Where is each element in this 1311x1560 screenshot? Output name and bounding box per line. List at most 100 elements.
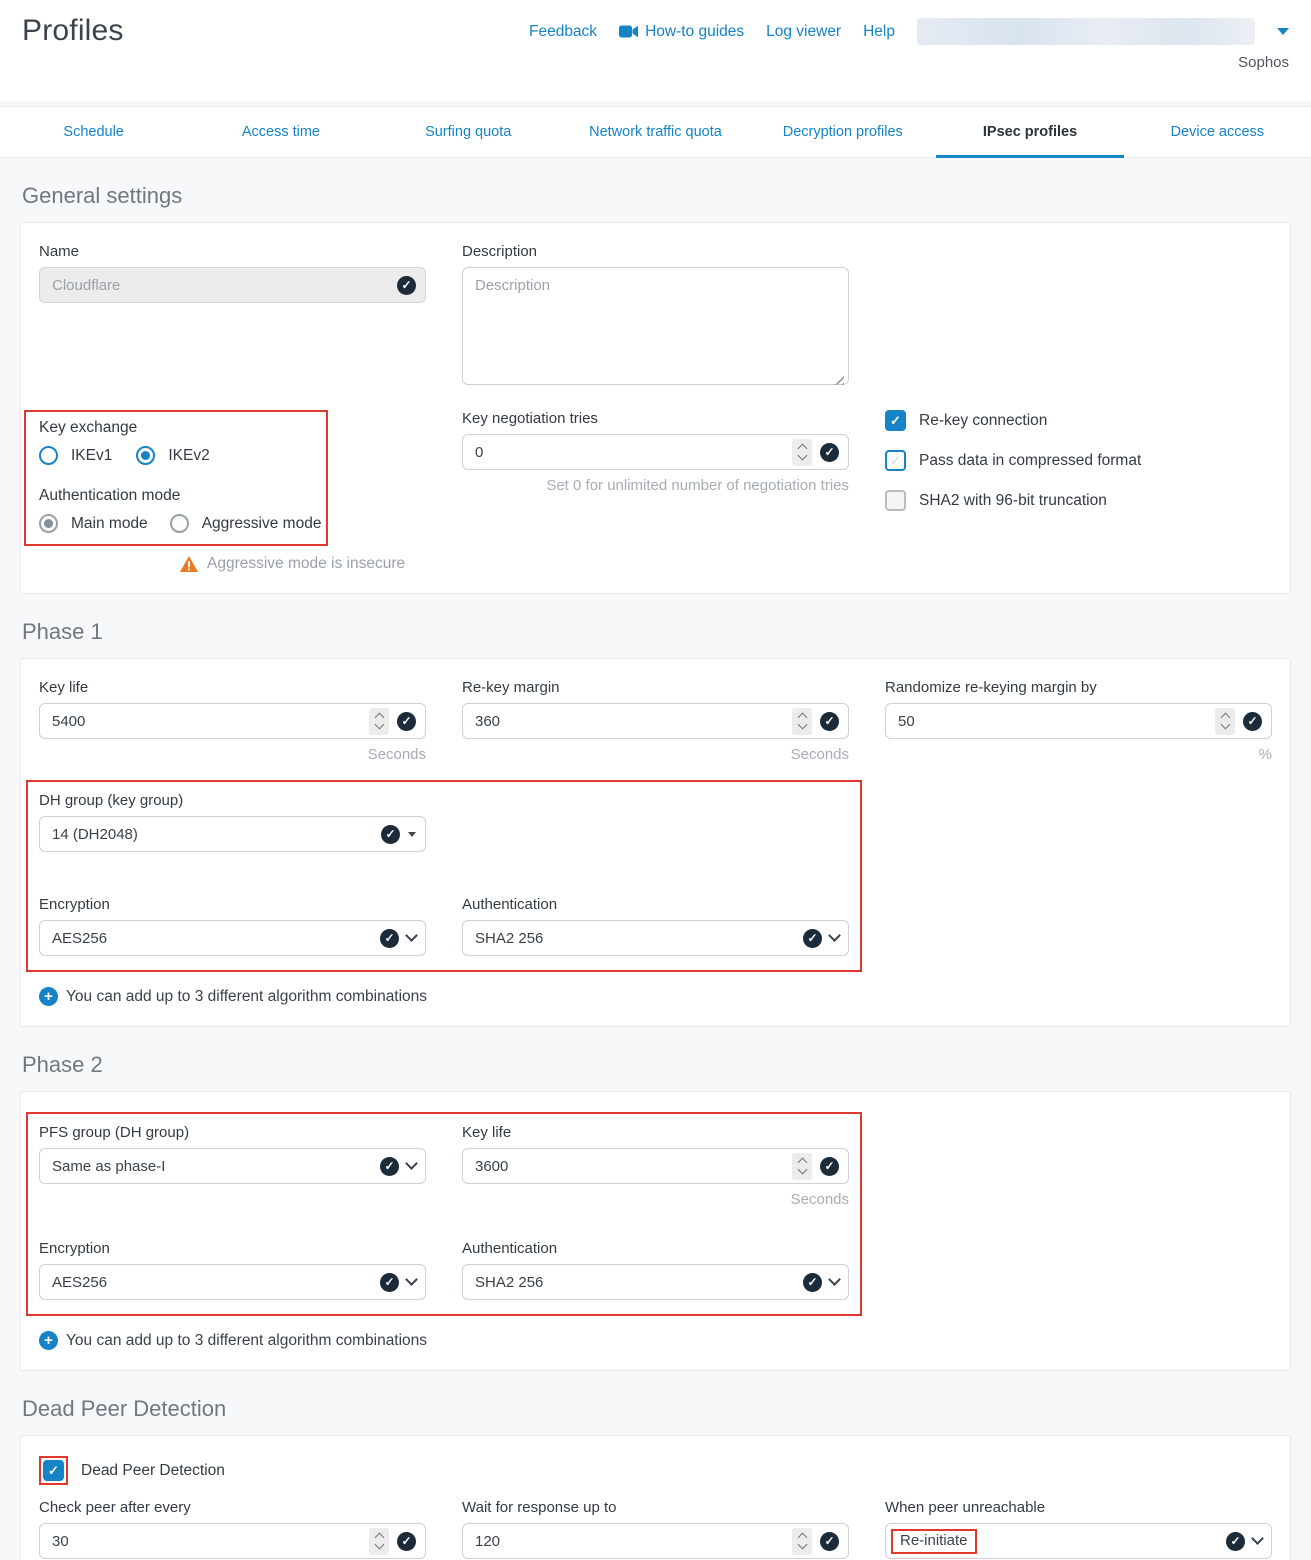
p1-randomize-input[interactable]: [885, 703, 1272, 739]
section-heading-general-settings: General settings: [22, 183, 1289, 209]
p1-randomize-value[interactable]: [898, 713, 1215, 730]
warning-triangle-icon: [180, 556, 198, 572]
number-stepper-icon[interactable]: [792, 1153, 812, 1180]
p1-key-life-group: Key life Seconds: [39, 679, 426, 763]
radio-aggressive-mode-label: Aggressive mode: [202, 515, 322, 533]
p1-dh-group-field: DH group (key group) 14 (DH2048): [39, 792, 426, 852]
p2-authentication-select[interactable]: SHA2 256: [462, 1264, 849, 1300]
compressed-format-checkbox[interactable]: [885, 450, 906, 471]
number-stepper-icon[interactable]: [792, 1528, 812, 1555]
negotiation-value[interactable]: [475, 444, 792, 461]
name-input: Cloudflare: [39, 267, 426, 303]
dpd-when-unreachable-select[interactable]: Re-initiate: [885, 1523, 1272, 1559]
reinitiate-highlight-box: Re-initiate: [891, 1529, 977, 1554]
caret-down-icon[interactable]: [1277, 28, 1289, 35]
radio-ikev1[interactable]: [39, 446, 58, 465]
sha2-truncation-label: SHA2 with 96-bit truncation: [919, 492, 1107, 510]
p2-key-life-unit: Seconds: [462, 1191, 849, 1208]
tab-surfing-quota[interactable]: Surfing quota: [375, 107, 562, 157]
negotiation-field-group: Key negotiation tries Set 0 for unlimite…: [462, 410, 849, 573]
chevron-down-icon: [828, 929, 841, 942]
chevron-down-icon: [1251, 1532, 1264, 1545]
p1-key-life-input[interactable]: [39, 703, 426, 739]
feedback-link-label: Feedback: [529, 23, 597, 41]
description-field-group: Description: [462, 243, 849, 390]
p1-dh-group-select[interactable]: 14 (DH2048): [39, 816, 426, 852]
help-label: Help: [863, 23, 895, 41]
rekey-connection-label: Re-key connection: [919, 412, 1047, 430]
sha2-truncation-option: SHA2 with 96-bit truncation: [885, 490, 1272, 511]
number-stepper-icon[interactable]: [792, 439, 812, 466]
radio-main-mode: [39, 514, 58, 533]
p1-key-life-label: Key life: [39, 679, 426, 696]
p2-key-life-value[interactable]: [475, 1158, 792, 1175]
dpd-check-peer-input[interactable]: [39, 1523, 426, 1559]
p2-pfs-group-label: PFS group (DH group): [39, 1124, 426, 1141]
p1-randomize-group: Randomize re-keying margin by %: [885, 679, 1272, 763]
tab-decryption-profiles[interactable]: Decryption profiles: [749, 107, 936, 157]
p1-rekey-margin-group: Re-key margin Seconds: [462, 679, 849, 763]
tab-schedule[interactable]: Schedule: [0, 107, 187, 157]
p1-rekey-margin-input[interactable]: [462, 703, 849, 739]
check-circle-icon: [803, 929, 822, 948]
number-stepper-icon[interactable]: [1215, 708, 1235, 735]
section-heading-dpd: Dead Peer Detection: [22, 1396, 1289, 1422]
check-circle-icon: [397, 276, 416, 295]
number-stepper-icon[interactable]: [369, 1528, 389, 1555]
p1-encryption-select[interactable]: AES256: [39, 920, 426, 956]
help-link[interactable]: Help: [863, 23, 895, 41]
name-field-group: Name Cloudflare: [39, 243, 426, 390]
p2-encryption-select[interactable]: AES256: [39, 1264, 426, 1300]
active-tab-underline: [936, 155, 1123, 158]
p1-dh-group-label: DH group (key group): [39, 792, 426, 809]
dpd-checkbox-highlight-box: [39, 1456, 68, 1485]
dpd-check-peer-group: Check peer after every Seconds: [39, 1499, 426, 1560]
general-settings-card: Name Cloudflare Description: [20, 222, 1291, 594]
p2-key-life-input[interactable]: [462, 1148, 849, 1184]
description-textarea[interactable]: [462, 267, 849, 385]
howto-guides-link[interactable]: How-to guides: [619, 23, 744, 41]
tab-label: Access time: [242, 124, 320, 140]
description-label: Description: [462, 243, 849, 260]
radio-main-mode-label: Main mode: [71, 515, 148, 533]
phase1-algorithms-highlight-box: DH group (key group) 14 (DH2048) Encrypt…: [26, 780, 862, 972]
phase1-card: Key life Seconds Re-key margin Seconds: [20, 658, 1291, 1027]
radio-aggressive-mode: [170, 514, 189, 533]
tab-access-time[interactable]: Access time: [187, 107, 374, 157]
dpd-wait-response-value[interactable]: [475, 1533, 792, 1550]
dpd-check-peer-value[interactable]: [52, 1533, 369, 1550]
negotiation-input[interactable]: [462, 434, 849, 470]
dpd-wait-response-group: Wait for response up to Seconds: [462, 1499, 849, 1560]
radio-ikev2[interactable]: [136, 446, 155, 465]
check-circle-icon: [820, 443, 839, 462]
log-viewer-link[interactable]: Log viewer: [766, 23, 841, 41]
number-stepper-icon[interactable]: [792, 708, 812, 735]
p1-key-life-value[interactable]: [52, 713, 369, 730]
video-camera-icon: [619, 25, 638, 38]
p1-rekey-margin-label: Re-key margin: [462, 679, 849, 696]
tab-device-access[interactable]: Device access: [1124, 107, 1311, 157]
plus-circle-icon[interactable]: [39, 987, 58, 1006]
howto-guides-label: How-to guides: [645, 23, 744, 41]
tab-network-traffic-quota[interactable]: Network traffic quota: [562, 107, 749, 157]
tab-ipsec-profiles[interactable]: IPsec profiles: [936, 107, 1123, 157]
tab-label: Decryption profiles: [783, 124, 903, 140]
chevron-down-icon: [405, 1273, 418, 1286]
dpd-when-unreachable-group: When peer unreachable Re-initiate: [885, 1499, 1272, 1560]
name-value: Cloudflare: [52, 277, 120, 294]
compressed-format-label: Pass data in compressed format: [919, 452, 1141, 470]
p2-pfs-group-select[interactable]: Same as phase-I: [39, 1148, 426, 1184]
radio-ikev2-label: IKEv2: [168, 447, 209, 465]
number-stepper-icon[interactable]: [369, 708, 389, 735]
dpd-checkbox[interactable]: [43, 1460, 64, 1481]
plus-circle-icon[interactable]: [39, 1331, 58, 1350]
dpd-wait-response-input[interactable]: [462, 1523, 849, 1559]
feedback-link[interactable]: Feedback: [529, 23, 597, 41]
p1-encryption-field: Encryption AES256: [39, 896, 426, 956]
p1-rekey-margin-value[interactable]: [475, 713, 792, 730]
p1-authentication-select[interactable]: SHA2 256: [462, 920, 849, 956]
rekey-connection-checkbox[interactable]: [885, 410, 906, 431]
p2-encryption-field: Encryption AES256: [39, 1240, 426, 1300]
tab-label: Surfing quota: [425, 124, 511, 140]
account-menu-redacted[interactable]: [917, 18, 1255, 45]
